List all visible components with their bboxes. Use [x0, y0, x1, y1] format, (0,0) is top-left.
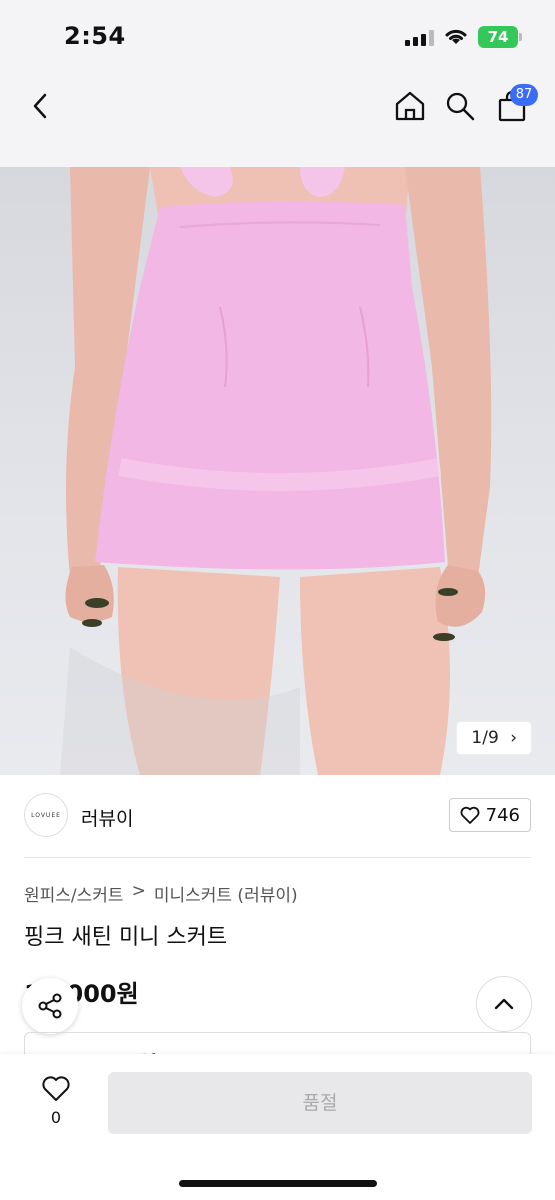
- divider: [24, 857, 531, 858]
- home-indicator: [179, 1180, 377, 1187]
- cart-count-badge: 87: [510, 84, 538, 106]
- chevron-right-icon: ›: [510, 728, 517, 748]
- status-time: 2:54: [64, 22, 126, 50]
- battery-tip: [519, 33, 522, 41]
- image-counter-text: 1/9: [471, 728, 499, 748]
- wishlist-count: 0: [50, 1108, 62, 1127]
- signal-icon: [405, 30, 435, 46]
- product-title: 핑크 새틴 미니 스커트: [24, 925, 228, 950]
- shop-row[interactable]: LOVUEE 러뷰이 746: [24, 793, 531, 839]
- scroll-top-button[interactable]: [476, 976, 532, 1032]
- shop-logo[interactable]: LOVUEE: [24, 793, 68, 837]
- battery-icon: 74: [478, 26, 518, 48]
- search-icon: [446, 92, 475, 121]
- product-page: 2:54 74 87 1/9 › LOVUEE 러뷰이 746 원피스/스커트 …: [0, 0, 555, 1200]
- product-image[interactable]: [0, 167, 555, 775]
- search-button[interactable]: [440, 86, 480, 126]
- breadcrumb-separator: >: [131, 881, 146, 901]
- soldout-button[interactable]: 품절: [108, 1072, 532, 1134]
- breadcrumb-subcategory[interactable]: 미니스커트 (러뷰이): [154, 881, 298, 906]
- shop-like-count: 746: [485, 804, 520, 826]
- wishlist-button[interactable]: [36, 1074, 76, 1106]
- share-button[interactable]: [22, 978, 78, 1034]
- wifi-icon: [445, 29, 467, 44]
- status-bar: 2:54 74: [0, 0, 555, 72]
- chevron-left-icon: [33, 93, 47, 119]
- top-nav: 87: [0, 72, 555, 167]
- home-button[interactable]: [390, 86, 430, 126]
- heart-icon: [42, 1076, 70, 1101]
- image-counter[interactable]: 1/9 ›: [457, 722, 531, 754]
- shop-name[interactable]: 러뷰이: [81, 804, 133, 831]
- heart-icon: [460, 806, 480, 824]
- shop-like-button[interactable]: 746: [448, 798, 531, 832]
- bottom-action-bar: 0 품절: [0, 1054, 555, 1200]
- back-button[interactable]: [20, 86, 60, 126]
- home-icon: [395, 91, 425, 121]
- share-icon: [38, 993, 62, 1019]
- breadcrumb: 원피스/스커트 > 미니스커트 (러뷰이): [24, 881, 298, 906]
- breadcrumb-category[interactable]: 원피스/스커트: [24, 881, 124, 906]
- product-photo: [60, 167, 492, 775]
- chevron-up-icon: [494, 998, 514, 1010]
